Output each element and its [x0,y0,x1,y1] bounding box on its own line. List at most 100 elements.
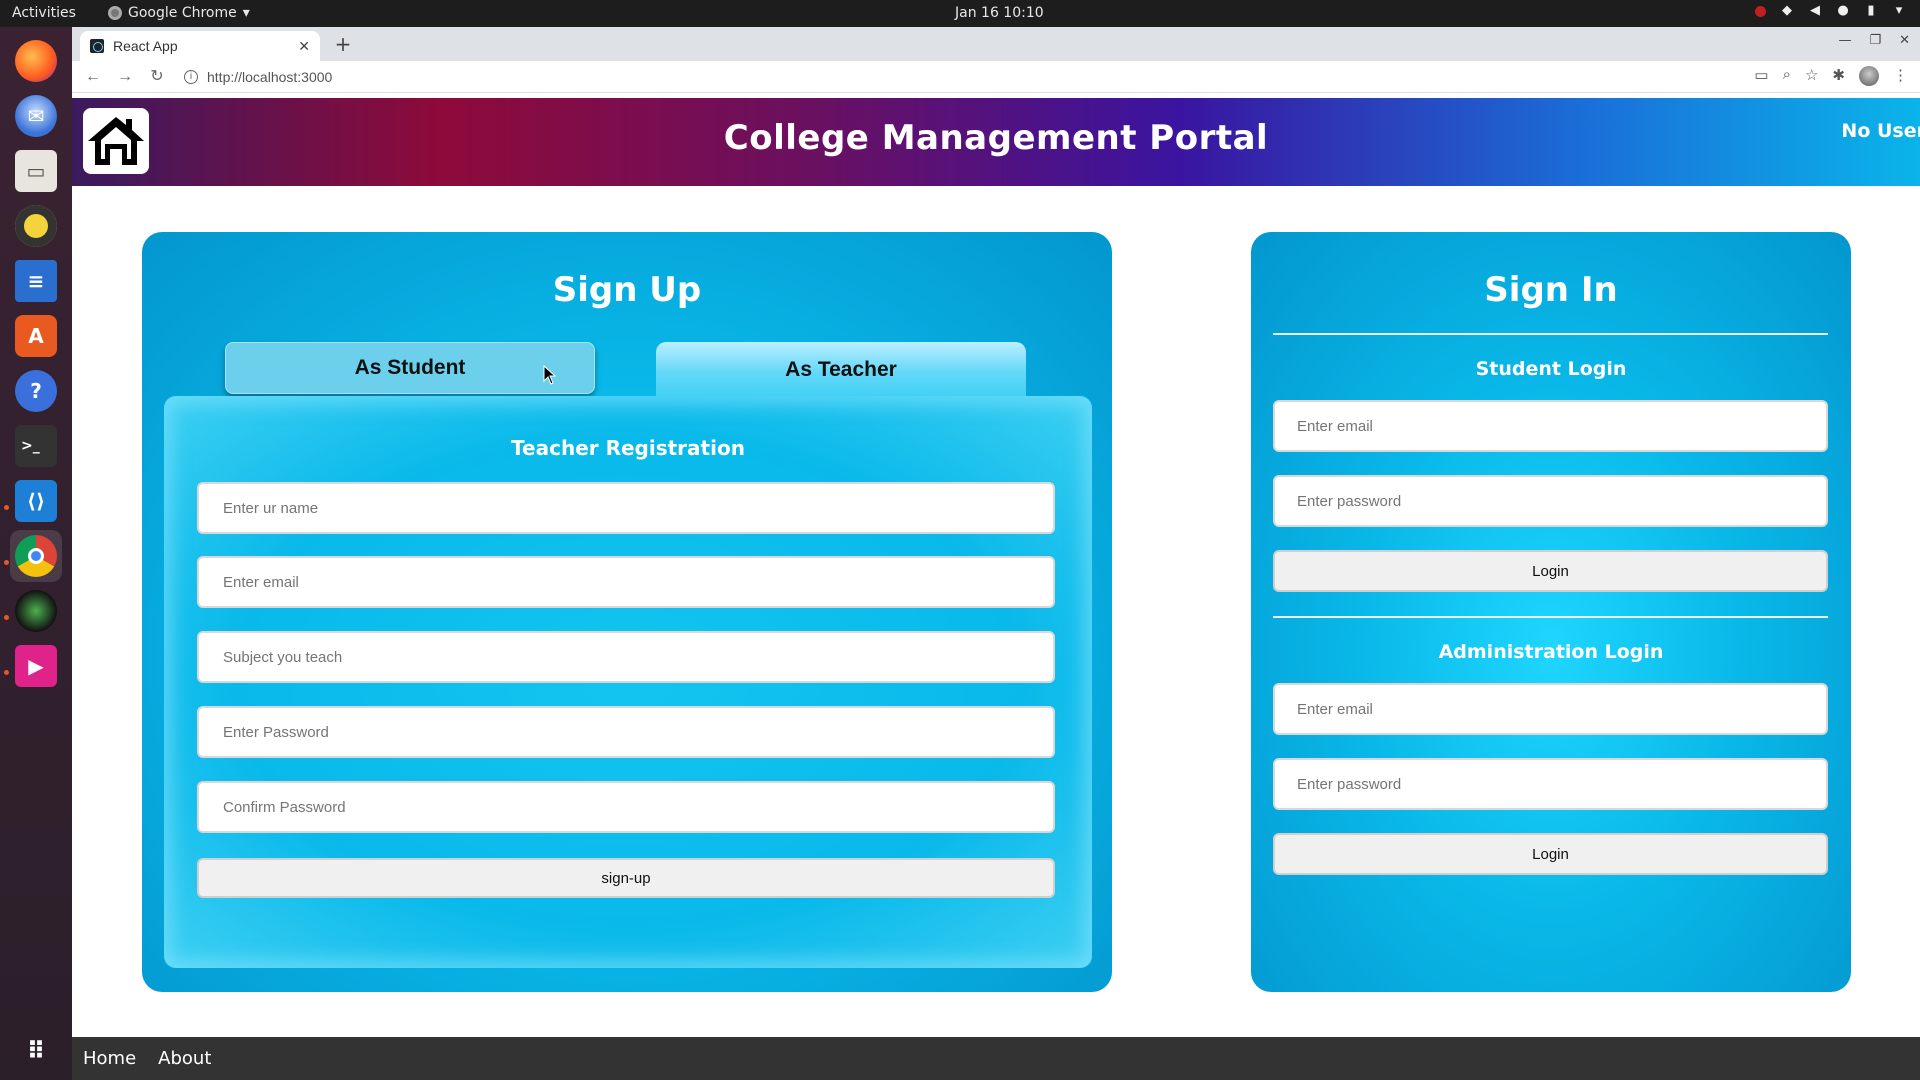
vscode-icon: ⟨⟩ [15,480,57,522]
react-favicon-icon [90,39,104,53]
dock-camera[interactable] [10,585,62,637]
help-icon: ? [15,370,57,412]
teacher-registration-form: Teacher Registration sign-up [164,396,1092,968]
site-header: College Management Portal No User [72,98,1920,186]
chrome-small-icon [108,6,122,20]
window-controls: — ❐ ✕ [1838,33,1910,48]
dock-vscode[interactable]: ⟨⟩ [10,475,62,527]
browser-toolbar: ← → ↻ i http://localhost:3000 ▭ ⌕ ☆ ✱ ⋮ [72,61,1920,93]
dock-firefox[interactable] [10,35,62,87]
battery-icon: ▮ [1867,3,1875,18]
email-input[interactable] [197,556,1055,608]
user-status: No User [1841,120,1920,142]
running-indicator [4,615,9,620]
clock[interactable]: Jan 16 10:10 [955,5,1044,21]
volume-icon: ◀ [1810,3,1820,18]
chevron-down-icon: ▾ [1895,3,1903,18]
signin-title: Sign In [1484,270,1618,310]
mouse-cursor-icon [543,365,557,385]
dock-chrome[interactable] [10,530,62,582]
tab-as-student[interactable]: As Student [225,342,595,394]
restore-icon[interactable]: ❐ [1869,33,1881,48]
browser-window: React App ✕ + — ❐ ✕ ← → ↻ i http://local… [72,27,1920,1080]
page-viewport: College Management Portal No User Sign U… [72,98,1920,1080]
browser-tab[interactable]: React App ✕ [80,31,320,61]
zoom-icon[interactable]: ⌕ [1783,66,1791,86]
running-indicator [4,560,9,565]
url-text: http://localhost:3000 [207,69,333,85]
site-info-icon[interactable]: i [184,70,198,84]
terminal-icon: >_ [15,425,57,467]
more-menu-icon[interactable]: ⋮ [1893,66,1908,86]
name-input[interactable] [197,482,1055,534]
dock-app-grid[interactable]: ⠿ [10,1025,62,1077]
files-icon: ▭ [15,150,57,192]
signin-panel: Sign In Student Login Login Administrati… [1251,232,1851,992]
app-menu-label: Google Chrome [128,5,237,21]
close-icon[interactable]: ✕ [298,38,310,55]
admin-login-title: Administration Login [1438,641,1664,663]
new-tab-button[interactable]: + [330,32,356,58]
thunderbird-icon: ✉ [15,95,57,137]
minimize-icon[interactable]: — [1838,33,1851,48]
toolbar-actions: ▭ ⌕ ☆ ✱ ⋮ [1754,66,1908,86]
dock-media-player[interactable]: ▶ [10,640,62,692]
recording-indicator-icon [1755,5,1766,17]
system-top-bar: Activities Google Chrome ▾ Jan 16 10:10 … [0,0,1920,27]
bookmark-star-icon[interactable]: ☆ [1805,66,1818,86]
running-indicator [4,670,9,675]
wifi-icon: ◆ [1782,3,1792,18]
activities-button[interactable]: Activities [12,5,76,21]
writer-icon: ≡ [15,260,57,302]
running-indicator [4,505,9,510]
page-title: College Management Portal [723,118,1269,158]
extensions-icon[interactable]: ✱ [1832,66,1845,86]
microphone-icon: ● [1837,3,1849,18]
system-tray[interactable]: ◆ ◀ ● ▮ ▾ [1755,4,1906,18]
footer-link-home[interactable]: Home [83,1048,136,1069]
cast-icon[interactable]: ▭ [1754,66,1768,86]
tab-as-teacher[interactable]: As Teacher [656,342,1026,398]
admin-password-input[interactable] [1273,758,1828,810]
student-email-input[interactable] [1273,400,1828,452]
dock-thunderbird[interactable]: ✉ [10,90,62,142]
student-login-title: Student Login [1475,358,1627,380]
forward-icon[interactable]: → [114,66,136,88]
camera-icon [15,590,57,632]
back-icon[interactable]: ← [82,66,104,88]
dock-help[interactable]: ? [10,365,62,417]
subject-input[interactable] [197,631,1055,683]
address-bar[interactable]: i http://localhost:3000 [184,64,1724,90]
student-password-input[interactable] [1273,475,1828,527]
admin-email-input[interactable] [1273,683,1828,735]
firefox-icon [15,40,57,82]
app-grid-icon: ⠿ [26,1037,46,1065]
divider [1273,333,1828,335]
tab-strip: React App ✕ + — ❐ ✕ [72,27,1920,61]
signup-title: Sign Up [552,270,702,310]
dock-files[interactable]: ▭ [10,145,62,197]
app-menu[interactable]: Google Chrome ▾ [108,5,250,21]
dock-terminal[interactable]: >_ [10,420,62,472]
dock-rhythmbox[interactable] [10,200,62,252]
chevron-down-icon: ▾ [242,5,250,21]
close-window-icon[interactable]: ✕ [1899,33,1910,48]
dock-software[interactable]: A [10,310,62,362]
site-footer: Home About [72,1037,1920,1080]
student-login-button[interactable]: Login [1273,550,1828,592]
tab-title: React App [113,38,178,54]
reload-icon[interactable]: ↻ [146,66,168,88]
password-input[interactable] [197,706,1055,758]
admin-login-button[interactable]: Login [1273,833,1828,875]
divider [1273,616,1828,618]
form-title: Teacher Registration [511,436,745,460]
footer-link-about[interactable]: About [158,1048,211,1069]
profile-avatar[interactable] [1859,66,1879,86]
signup-button[interactable]: sign-up [197,858,1055,898]
software-icon: A [15,315,57,357]
dock-writer[interactable]: ≡ [10,255,62,307]
confirm-password-input[interactable] [197,781,1055,833]
media-player-icon: ▶ [15,645,57,687]
chrome-icon [15,535,57,577]
signup-panel: Sign Up As Student As Teacher Teacher Re… [142,232,1112,992]
